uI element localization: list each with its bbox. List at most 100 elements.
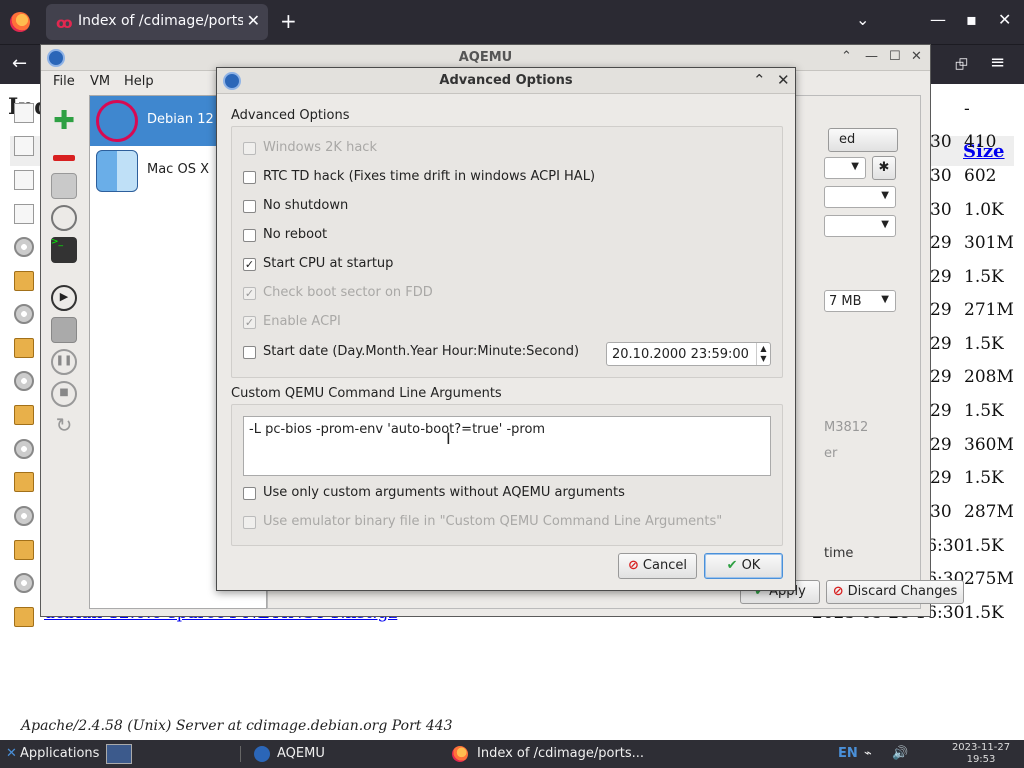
applications-menu-icon[interactable]: ✕ [6, 746, 17, 761]
network-icon[interactable]: ⌁ [864, 746, 872, 761]
row-size: 1.0K [964, 200, 1004, 220]
debian-swirl-icon: ꝏ [56, 14, 73, 32]
new-tab-button[interactable]: + [280, 9, 297, 33]
maximize-button[interactable]: ▪ [966, 10, 977, 29]
terminal-icon[interactable]: >_ [51, 237, 77, 263]
combo-1[interactable]: ▼ [824, 157, 866, 179]
clock-time: 19:53 [966, 754, 996, 765]
advanced-button[interactable]: ed [828, 128, 898, 152]
row-size: 360M [964, 435, 1014, 455]
firefox-task[interactable]: Index of /cdimage/ports... [477, 746, 644, 761]
disc-icon [14, 573, 34, 593]
row-size: 602 [964, 166, 997, 186]
start-date-value: 20.10.2000 23:59:00 [612, 347, 749, 362]
play-icon[interactable]: ▶ [51, 285, 77, 311]
clock-icon[interactable] [51, 205, 77, 231]
list-tabs-icon[interactable]: ⌄ [856, 10, 869, 29]
row-size: 1.5K [964, 401, 1004, 421]
combo-2[interactable]: ▼ [824, 186, 896, 208]
aqemu-minimize-icon[interactable]: — [865, 49, 878, 64]
row-size: 287M [964, 502, 1014, 522]
firefox-logo-icon [10, 12, 30, 32]
menu-vm[interactable]: VM [90, 74, 110, 89]
mac-finder-icon [96, 150, 138, 192]
custom-args-value: -L pc-bios -prom-env 'auto-boot?=true' -… [249, 422, 546, 437]
checkbox-box [243, 171, 256, 184]
spin-arrows-icon[interactable]: ▲ ▼ [756, 343, 770, 365]
taskbar-separator [240, 746, 241, 762]
stop-icon[interactable]: ■ [51, 381, 77, 407]
disk-icon[interactable] [51, 173, 77, 199]
tab-close-icon[interactable]: ✕ [247, 11, 260, 30]
close-window-button[interactable]: ✕ [998, 10, 1011, 29]
back-button[interactable]: ← [12, 53, 27, 74]
row-date: 29 [930, 233, 952, 253]
aqemu-shade-icon[interactable]: ⌃ [841, 49, 852, 64]
remove-vm-icon[interactable] [51, 145, 77, 171]
aqemu-task[interactable]: AQEMU [277, 746, 325, 761]
advanced-options-dialog: Advanced Options ⌃ ✕ Advanced Options Wi… [216, 67, 796, 591]
file-icon [14, 170, 34, 190]
applications-menu[interactable]: Applications [20, 746, 99, 761]
checkbox-box [243, 346, 256, 359]
keyboard-layout[interactable]: EN [838, 746, 858, 761]
tab-title: Index of /cdimage/ports/ [78, 13, 243, 29]
aqemu-title: AQEMU [458, 50, 513, 65]
discard-changes-button[interactable]: ⊘ Discard Changes [826, 580, 964, 604]
clock[interactable]: 2023-11-27 19:53 [946, 742, 1016, 766]
disc-icon [14, 237, 34, 257]
workspace-icon[interactable] [106, 744, 132, 764]
row-date: 29 [930, 334, 952, 354]
row-size: 1.5K [964, 603, 1004, 623]
configure-icon[interactable]: ✱ [872, 156, 896, 180]
menu-help[interactable]: Help [124, 74, 154, 89]
volume-icon[interactable]: 🔊 [892, 746, 908, 761]
checkbox-box: ✓ [243, 287, 256, 300]
er-fragment: er [824, 446, 838, 461]
ok-button[interactable]: ✔ OK [704, 553, 783, 579]
dialog-shade-icon[interactable]: ⌃ [753, 71, 766, 89]
aqemu-maximize-icon[interactable]: ☐ [889, 49, 901, 64]
menu-file[interactable]: File [53, 74, 75, 89]
browser-tab-bar: ꝏ Index of /cdimage/ports/ ✕ + ⌄ — ▪ ✕ [0, 0, 1024, 44]
memory-combo[interactable]: 7 MB ▼ [824, 290, 896, 312]
package-icon [14, 338, 34, 358]
text-cursor-icon: I [446, 429, 451, 448]
row-size: 208M [964, 367, 1014, 387]
cancel-icon: ⊘ [832, 584, 844, 599]
dialog-title: Advanced Options [439, 73, 573, 88]
dialog-close-icon[interactable]: ✕ [777, 71, 790, 89]
minimize-button[interactable]: — [930, 10, 946, 29]
reset-icon[interactable]: ↻ [51, 413, 77, 439]
server-footer: Apache/2.4.58 (Unix) Server at cdimage.d… [21, 718, 453, 734]
row-date: 30 [930, 132, 952, 152]
row-date: 29 [930, 401, 952, 421]
checkbox-box: ✓ [243, 316, 256, 329]
aqemu-close-icon[interactable]: ✕ [911, 49, 922, 64]
start-date-input[interactable]: 20.10.2000 23:59:00 ▲ ▼ [606, 342, 771, 366]
save-state-icon[interactable] [51, 317, 77, 343]
browser-tab[interactable]: ꝏ Index of /cdimage/ports/ ✕ [46, 4, 268, 40]
package-icon [14, 540, 34, 560]
dialog-titlebar: Advanced Options ⌃ ✕ [217, 68, 795, 94]
package-icon [14, 472, 34, 492]
custom-args-textarea[interactable]: -L pc-bios -prom-env 'auto-boot?=true' -… [243, 416, 771, 476]
combo-3[interactable]: ▼ [824, 215, 896, 237]
pause-icon[interactable]: ❚❚ [51, 349, 77, 375]
vm-name: Mac OS X [147, 162, 209, 177]
row-date: 30 [930, 502, 952, 522]
checkbox-box [243, 200, 256, 213]
cancel-button[interactable]: ⊘ Cancel [618, 553, 697, 579]
checkbox-box [243, 229, 256, 242]
app-menu-icon[interactable]: ≡ [990, 52, 1005, 73]
extensions-icon[interactable]: ⮺ [955, 54, 968, 81]
row-size: 1.5K [964, 536, 1004, 556]
row-date: 29 [930, 300, 952, 320]
disc-icon [14, 439, 34, 459]
clock-date: 2023-11-27 [951, 742, 1011, 753]
add-vm-icon[interactable]: ✚ [51, 108, 77, 135]
time-fragment: time [824, 546, 854, 561]
custom-args-label: Custom QEMU Command Line Arguments [231, 386, 502, 401]
file-icon [14, 136, 34, 156]
vm-name: Debian 12 [147, 112, 214, 127]
